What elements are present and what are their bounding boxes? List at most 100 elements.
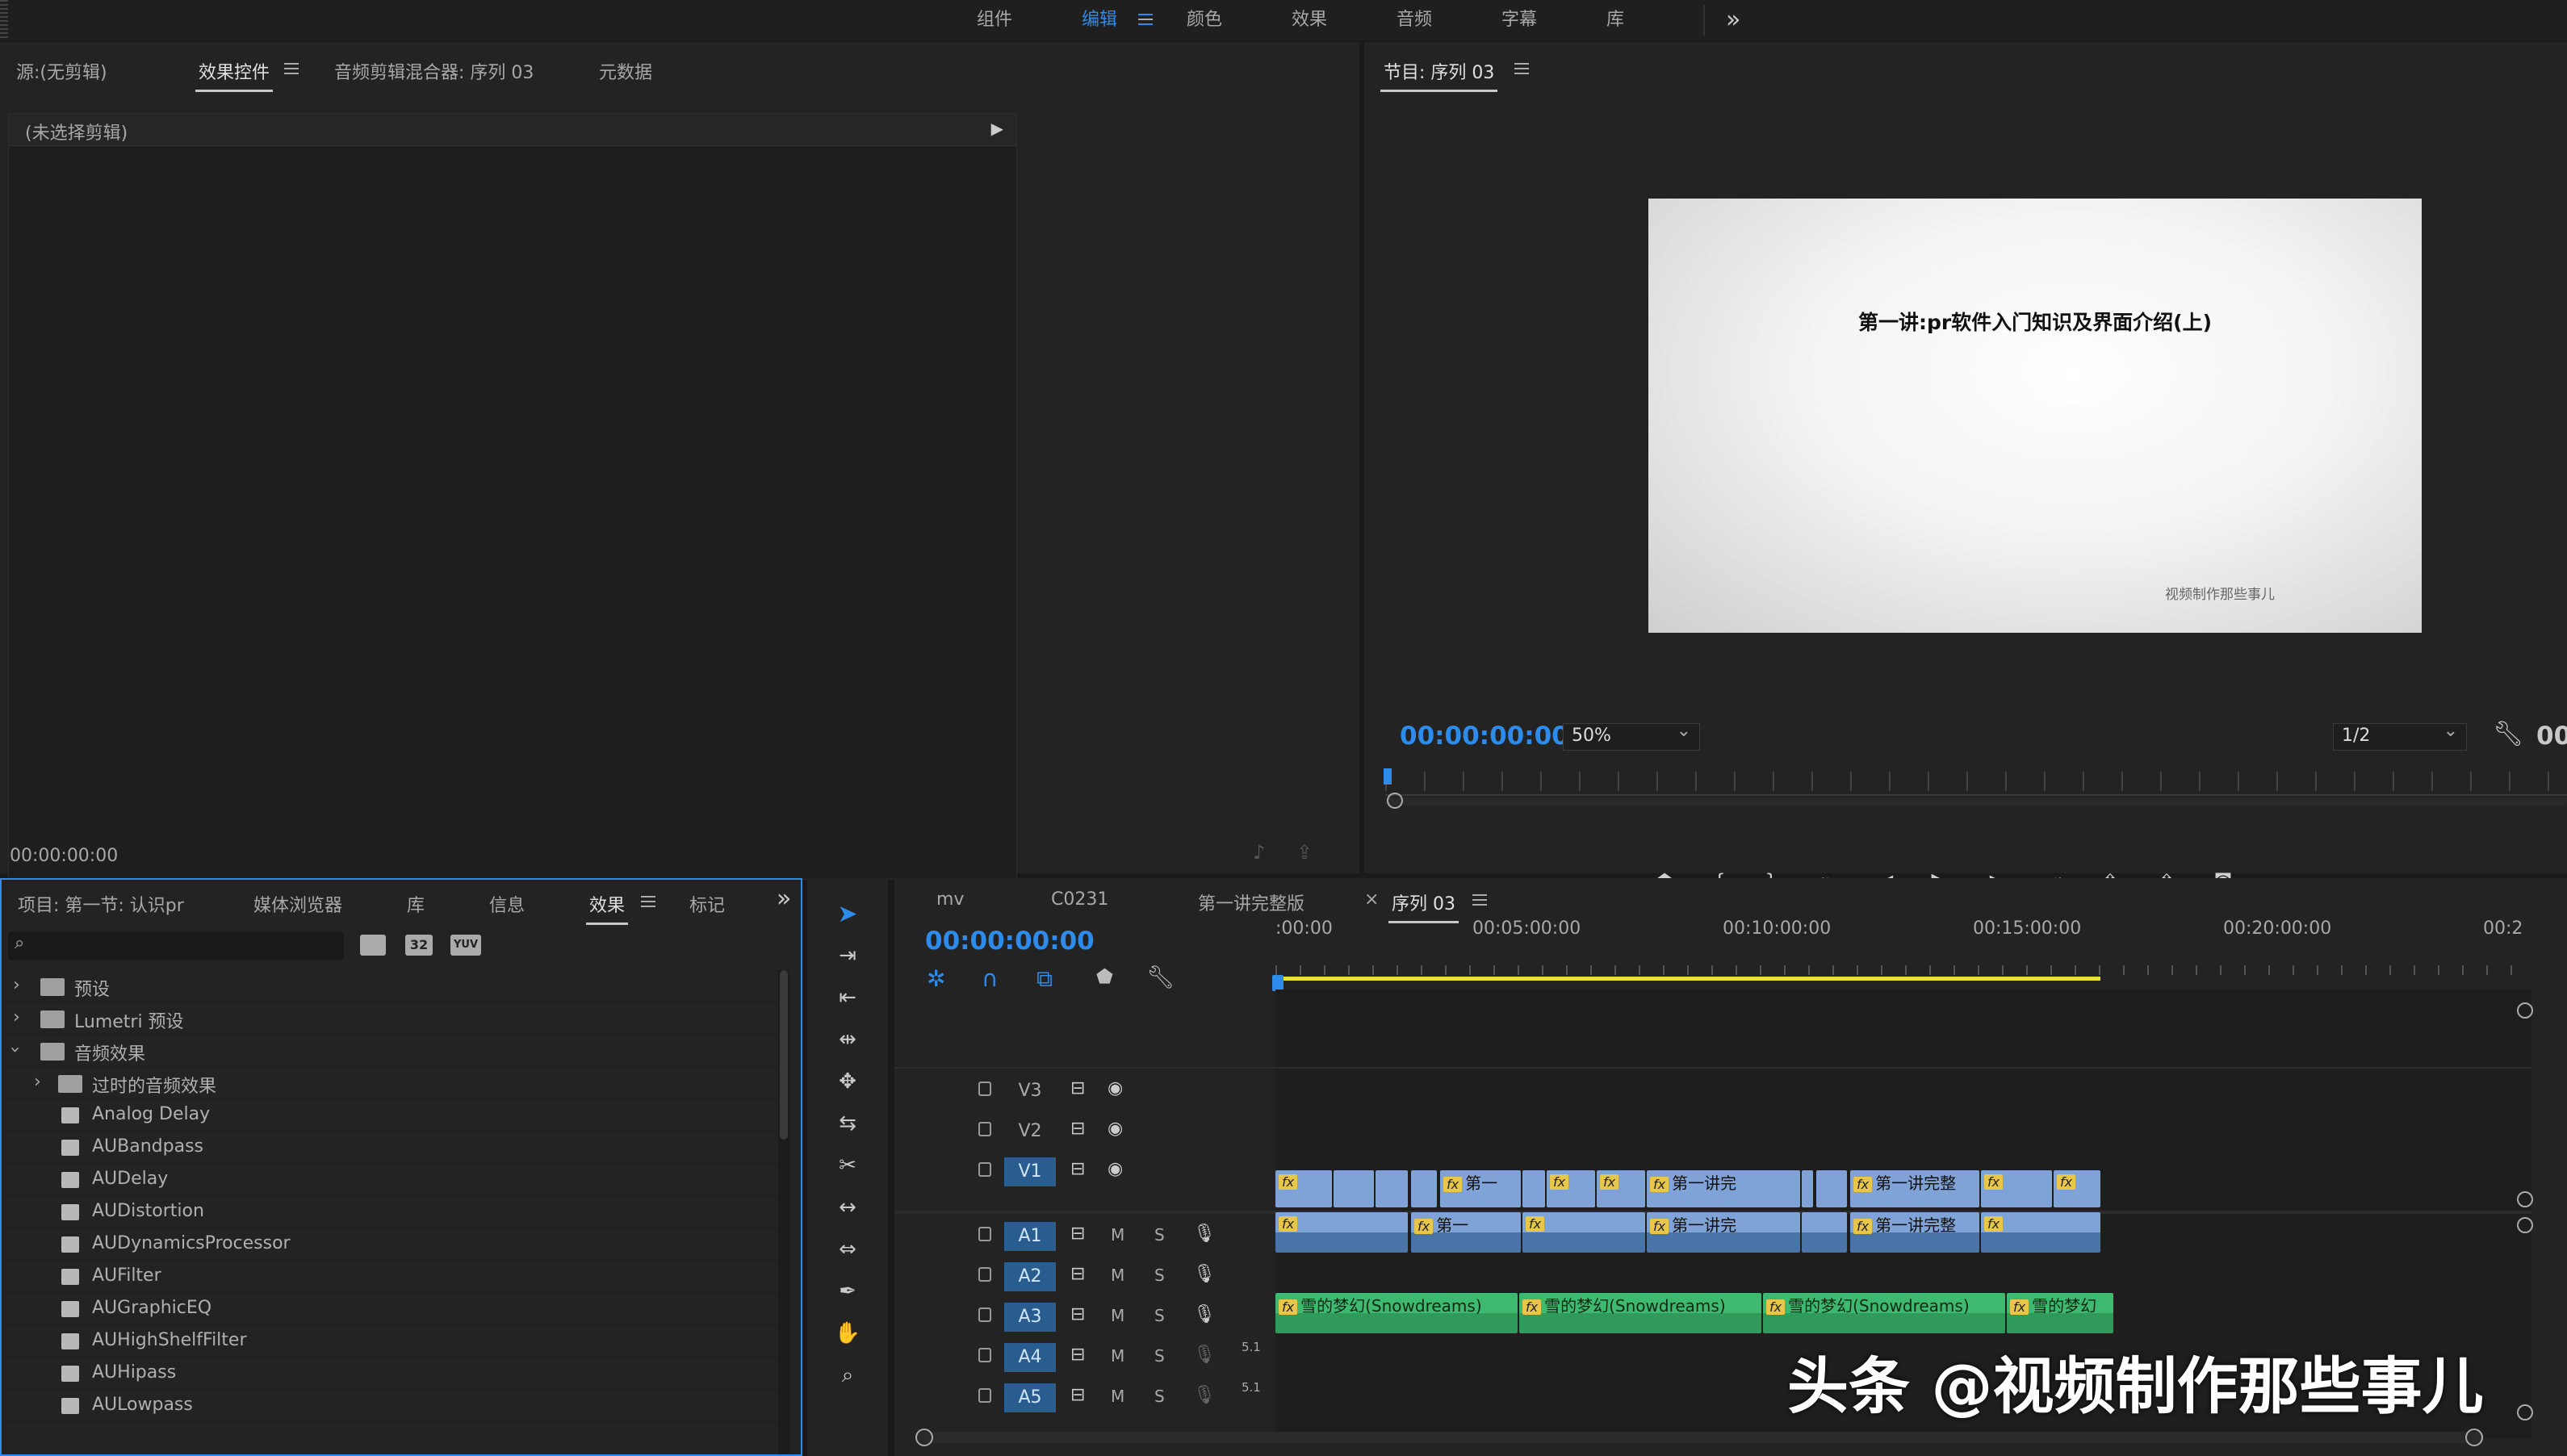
track-a5[interactable]: A5 ⊟ M S 🎙︎ 5.1 [894,1379,1282,1416]
video-clip[interactable]: fx [1981,1170,2052,1207]
list-item[interactable]: › 预设 [5,970,780,1002]
mute-button[interactable]: M [1111,1387,1124,1406]
sync-lock-icon[interactable]: ⊟ [1070,1078,1085,1098]
track-v2[interactable]: V2 ⊟ ◉ [894,1112,1282,1149]
sync-lock-icon[interactable]: ⊟ [1070,1119,1085,1139]
lock-icon[interactable] [978,1227,991,1241]
microphone-icon[interactable]: 🎙︎ [1193,1385,1216,1405]
track-a2[interactable]: A2 ⊟ M S 🎙︎ [894,1257,1282,1295]
workspace-color[interactable]: 颜色 [1187,0,1222,40]
time-ruler[interactable]: :00:00 00:05:00:00 00:10:00:00 00:15:00:… [1275,910,2531,988]
tab-markers[interactable]: 标记 [689,891,725,917]
accelerated-effects-icon[interactable] [360,935,386,956]
track-v1[interactable]: V1 ⊟ ◉ [894,1153,1282,1190]
filter-audio-icon[interactable]: ♪ [1253,841,1265,864]
rolling-edit-tool-icon[interactable]: ⇹ [831,1023,864,1056]
playhead-handle[interactable] [1272,975,1284,991]
vertical-zoom-handle[interactable] [2517,1002,2533,1019]
panel-menu-icon[interactable] [1514,63,1529,74]
video-clip[interactable] [1376,1170,1408,1207]
chevron-right-icon[interactable]: › [13,975,20,995]
lock-icon[interactable] [978,1307,991,1322]
vertical-zoom-handle[interactable] [2517,1217,2533,1233]
program-mini-ruler[interactable] [1385,772,2567,796]
tab-media-browser[interactable]: 媒体浏览器 [253,891,342,917]
video-clip[interactable] [1334,1170,1374,1207]
double-chevron-right-icon[interactable]: » [1726,0,1740,40]
list-item[interactable]: AUFilter [5,1261,780,1293]
music-clip[interactable]: fx 雪的梦幻(Snowdreams) [1763,1293,2005,1333]
chevron-down-icon[interactable]: › [5,1046,25,1053]
vertical-zoom-handle[interactable] [2517,1404,2533,1420]
pen-tool-icon[interactable]: ✒ [831,1275,864,1307]
drag-grip[interactable] [0,0,8,40]
track-a1[interactable]: A1 ⊟ M S 🎙︎ [894,1217,1282,1254]
lock-icon[interactable] [978,1162,991,1177]
audio-clip[interactable]: fx [1981,1212,2100,1253]
music-clip[interactable]: fx 雪的梦幻(Snowdreams) [1275,1293,1518,1333]
video-clip[interactable]: fx [1547,1170,1595,1207]
audio-clip[interactable]: fx 第一讲完整 [1850,1212,1979,1253]
mute-button[interactable]: M [1111,1346,1124,1366]
video-clip[interactable] [1802,1170,1813,1207]
selection-tool-icon[interactable]: ➤ [831,897,864,930]
track-select-tool-icon[interactable]: ⇥ [831,939,864,972]
workspace-effects[interactable]: 效果 [1292,0,1327,40]
list-item[interactable]: AUHipass [5,1358,780,1390]
scroll-handle-right[interactable] [2465,1429,2483,1446]
track-v3[interactable]: V3 ⊟ ◉ [894,1072,1282,1109]
panel-menu-icon[interactable] [641,896,655,907]
video-clip[interactable]: fx [1275,1170,1332,1207]
chevron-right-icon[interactable]: › [34,1072,41,1092]
audio-clip[interactable]: fx 第一 [1411,1212,1521,1253]
lock-icon[interactable] [978,1267,991,1282]
razor-tool-icon[interactable]: ✂ [831,1149,864,1182]
tab-info[interactable]: 信息 [489,891,525,917]
audio-clip[interactable]: fx [1275,1212,1408,1253]
music-clip[interactable]: fx 雪的梦幻 [2007,1293,2113,1333]
list-item[interactable]: AUDelay [5,1164,780,1196]
tab-sequence-c0231[interactable]: C0231 [1051,889,1108,910]
workspace-editing[interactable]: 编辑 [1082,0,1117,40]
zoom-tool-icon[interactable]: ⌕ [831,1359,864,1391]
list-item[interactable]: AULowpass [5,1390,780,1422]
32bit-effects-icon[interactable]: 32 [405,935,433,956]
sync-lock-icon[interactable]: ⊟ [1070,1264,1085,1284]
lock-icon[interactable] [978,1122,991,1136]
linked-selection-icon[interactable]: ⧉ [1036,965,1053,993]
panel-menu-icon[interactable] [284,63,299,74]
double-chevron-right-icon[interactable]: » [777,885,791,913]
lock-icon[interactable] [978,1388,991,1403]
list-item[interactable]: Analog Delay [5,1099,780,1132]
eye-icon[interactable]: ◉ [1108,1159,1123,1179]
workspace-menu-icon[interactable] [1138,14,1153,25]
list-item[interactable]: AUDistortion [5,1196,780,1228]
workspace-libraries[interactable]: 库 [1606,0,1624,40]
timeline-horizontal-scrollbar[interactable] [917,1432,2483,1443]
microphone-icon[interactable]: 🎙︎ [1193,1224,1216,1244]
snap-magnet-icon[interactable]: ∩ [982,965,999,992]
add-marker-icon[interactable]: ⬟ [1096,965,1113,988]
rate-stretch-tool-icon[interactable]: ✥ [831,1065,864,1098]
slip-tool-icon[interactable]: ↔ [831,1191,864,1224]
hand-tool-icon[interactable]: ✋ [831,1317,864,1349]
video-clip[interactable] [1522,1170,1545,1207]
tab-effects[interactable]: 效果 [585,891,629,925]
program-video-frame[interactable]: 第一讲:pr软件入门知识及界面介绍(上) 视频制作那些事儿 [1648,199,2422,633]
list-item[interactable]: AUBandpass [5,1132,780,1164]
solo-button[interactable]: S [1154,1387,1165,1406]
track-a4[interactable]: A4 ⊟ M S 🎙︎ 5.1 [894,1338,1282,1375]
video-clip[interactable] [1816,1170,1847,1207]
export-icon[interactable]: ⇪ [1296,841,1313,864]
track-a3[interactable]: A3 ⊟ M S 🎙︎ [894,1298,1282,1335]
workspace-captions[interactable]: 字幕 [1501,0,1537,40]
video-clip[interactable] [1411,1170,1437,1207]
solo-button[interactable]: S [1154,1346,1165,1366]
tab-audio-clip-mixer[interactable]: 音频剪辑混合器: 序列 03 [334,58,534,84]
nest-icon[interactable]: ✲ [927,965,945,992]
video-clip[interactable]: fx [2054,1170,2100,1207]
program-zoom-scrollbar[interactable] [1385,797,2567,805]
eye-icon[interactable]: ◉ [1108,1119,1123,1139]
yuv-effects-icon[interactable]: YUV [450,935,481,956]
vertical-zoom-handle[interactable] [2517,1191,2533,1207]
